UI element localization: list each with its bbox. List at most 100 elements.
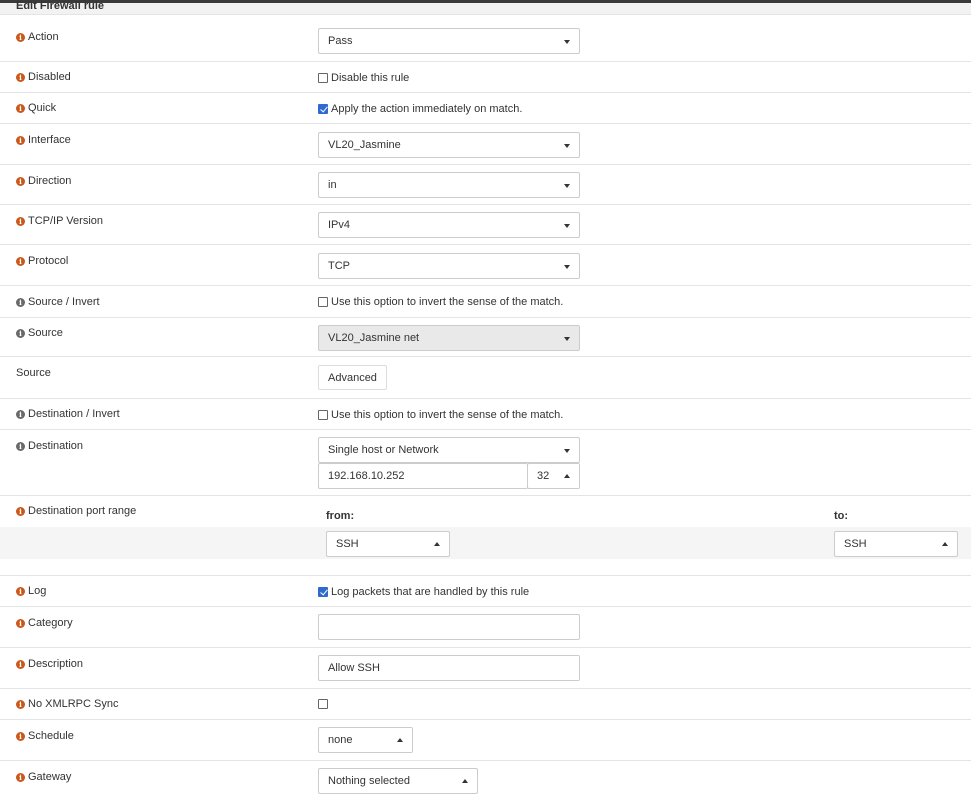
category-label: Category bbox=[28, 617, 73, 629]
info-icon[interactable]: i bbox=[16, 731, 25, 741]
action-label: Action bbox=[28, 31, 59, 43]
info-icon[interactable]: i bbox=[16, 72, 25, 82]
source-invert-checkbox[interactable] bbox=[318, 297, 328, 307]
source-invert-text: Use this option to invert the sense of t… bbox=[331, 296, 564, 308]
port-to-value: SSH bbox=[844, 538, 867, 550]
protocol-select[interactable]: TCP bbox=[318, 253, 580, 279]
interface-select[interactable]: VL20_Jasmine bbox=[318, 132, 580, 158]
info-icon[interactable]: i bbox=[16, 256, 25, 266]
destination-type-value: Single host or Network bbox=[328, 444, 439, 456]
info-icon[interactable]: i bbox=[16, 409, 25, 419]
info-icon[interactable]: i bbox=[16, 32, 25, 42]
caret-down-icon bbox=[564, 265, 570, 269]
port-from-select[interactable]: SSH bbox=[326, 531, 450, 557]
log-checkbox[interactable] bbox=[318, 587, 328, 597]
row-schedule: i Schedule none bbox=[0, 720, 971, 761]
caret-down-icon bbox=[564, 337, 570, 341]
row-xmlrpc: i No XMLRPC Sync bbox=[0, 689, 971, 720]
port-range-label: Destination port range bbox=[28, 505, 137, 517]
description-input[interactable]: Allow SSH bbox=[318, 655, 580, 681]
row-direction: i Direction in bbox=[0, 165, 971, 205]
ipversion-label: TCP/IP Version bbox=[28, 215, 103, 227]
interface-value: VL20_Jasmine bbox=[328, 139, 401, 151]
info-icon[interactable]: i bbox=[16, 772, 25, 782]
schedule-value: none bbox=[328, 734, 353, 746]
description-value: Allow SSH bbox=[328, 662, 380, 674]
info-icon[interactable]: i bbox=[16, 176, 25, 186]
direction-value: in bbox=[328, 179, 337, 191]
xmlrpc-checkbox[interactable] bbox=[318, 699, 328, 709]
direction-label: Direction bbox=[28, 175, 72, 187]
gateway-label: Gateway bbox=[28, 771, 72, 783]
row-log: i Log Log packets that are handled by thi… bbox=[0, 576, 971, 607]
direction-select[interactable]: in bbox=[318, 172, 580, 198]
protocol-label: Protocol bbox=[28, 255, 69, 267]
protocol-value: TCP bbox=[328, 260, 350, 272]
info-icon[interactable]: i bbox=[16, 216, 25, 226]
destination-type-select[interactable]: Single host or Network bbox=[318, 437, 580, 463]
info-icon[interactable]: i bbox=[16, 297, 25, 307]
quick-label: Quick bbox=[28, 102, 57, 114]
disable-rule-checkbox[interactable] bbox=[318, 73, 328, 83]
schedule-select[interactable]: none bbox=[318, 727, 413, 753]
advanced-button[interactable]: Advanced bbox=[318, 365, 387, 390]
info-icon[interactable]: i bbox=[16, 103, 25, 113]
info-icon[interactable]: i bbox=[16, 441, 25, 451]
info-icon[interactable]: i bbox=[16, 586, 25, 596]
info-icon[interactable]: i bbox=[16, 506, 25, 516]
row-source: i Source VL20_Jasmine net bbox=[0, 318, 971, 357]
source-advanced-label: Source bbox=[16, 367, 51, 379]
caret-down-icon bbox=[564, 449, 570, 453]
category-input[interactable] bbox=[318, 614, 580, 640]
row-quick: i Quick Apply the action immediately on m… bbox=[0, 93, 971, 124]
row-interface: i Interface VL20_Jasmine bbox=[0, 124, 971, 165]
caret-up-icon bbox=[942, 542, 948, 546]
disabled-label: Disabled bbox=[28, 71, 71, 83]
quick-checkbox[interactable] bbox=[318, 104, 328, 114]
info-icon[interactable]: i bbox=[16, 659, 25, 669]
xmlrpc-label: No XMLRPC Sync bbox=[28, 698, 119, 710]
source-value: VL20_Jasmine net bbox=[328, 332, 420, 344]
action-select[interactable]: Pass bbox=[318, 28, 580, 54]
interface-label: Interface bbox=[28, 134, 71, 146]
port-to-label: to: bbox=[834, 510, 849, 522]
panel-header: Edit Firewall rule bbox=[0, 0, 971, 15]
row-destination: i Destination Single host or Network 192.… bbox=[0, 430, 971, 496]
ipversion-select[interactable]: IPv4 bbox=[318, 212, 580, 238]
destination-mask-select[interactable]: 32 bbox=[527, 463, 580, 489]
destination-invert-checkbox[interactable] bbox=[318, 410, 328, 420]
log-label: Log bbox=[28, 585, 47, 597]
source-select[interactable]: VL20_Jasmine net bbox=[318, 325, 580, 351]
info-icon[interactable]: i bbox=[16, 699, 25, 709]
source-invert-label: Source / Invert bbox=[28, 296, 100, 308]
row-destination-invert: i Destination / Invert Use this option to… bbox=[0, 399, 971, 430]
info-icon[interactable]: i bbox=[16, 135, 25, 145]
disable-rule-text: Disable this rule bbox=[331, 72, 410, 84]
row-port-range: i Destination port range from: to: SSH SS… bbox=[0, 496, 971, 576]
row-action: i Action Pass bbox=[0, 15, 971, 62]
row-source-advanced: Source Advanced bbox=[0, 357, 971, 399]
gateway-value: Nothing selected bbox=[328, 775, 410, 787]
destination-label: Destination bbox=[28, 440, 84, 452]
destination-invert-text: Use this option to invert the sense of t… bbox=[331, 409, 564, 421]
caret-up-icon bbox=[564, 474, 570, 478]
row-description: i Description Allow SSH bbox=[0, 648, 971, 689]
info-icon[interactable]: i bbox=[16, 328, 25, 338]
caret-down-icon bbox=[564, 40, 570, 44]
row-source-invert: i Source / Invert Use this option to inve… bbox=[0, 286, 971, 318]
info-icon[interactable]: i bbox=[16, 618, 25, 628]
port-from-value: SSH bbox=[336, 538, 359, 550]
action-value: Pass bbox=[328, 35, 353, 47]
port-to-select[interactable]: SSH bbox=[834, 531, 958, 557]
caret-up-icon bbox=[397, 738, 403, 742]
page-title: Edit Firewall rule bbox=[16, 0, 105, 12]
gateway-select[interactable]: Nothing selected bbox=[318, 768, 478, 794]
schedule-label: Schedule bbox=[28, 730, 74, 742]
ipversion-value: IPv4 bbox=[328, 219, 351, 231]
caret-down-icon bbox=[564, 144, 570, 148]
row-category: i Category bbox=[0, 607, 971, 648]
destination-mask-value: 32 bbox=[537, 470, 550, 482]
row-ipversion: i TCP/IP Version IPv4 bbox=[0, 205, 971, 245]
caret-down-icon bbox=[564, 224, 570, 228]
destination-address-input[interactable]: 192.168.10.252 bbox=[318, 463, 528, 489]
